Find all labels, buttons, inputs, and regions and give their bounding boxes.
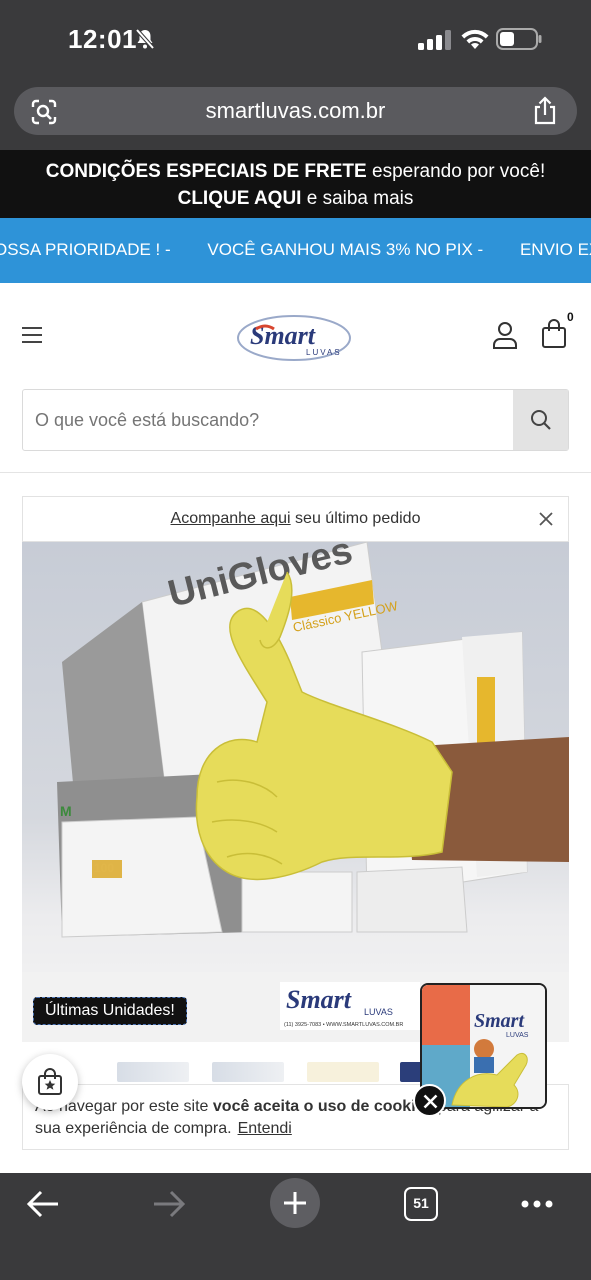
box-size-text: M: [60, 803, 72, 819]
ticker-item: OSSA PRIORIDADE ! -: [0, 240, 171, 259]
track-order-link[interactable]: Acompanhe aqui: [171, 510, 291, 527]
popup-logo-text: Smart: [474, 1010, 525, 1032]
browser-toolbar: 51: [0, 1173, 591, 1280]
tab-switcher-button[interactable]: 51: [404, 1187, 438, 1221]
smart-luvas-banner: Smart LUVAS (11) 3925-7083 • WWW.SMARTLU…: [280, 982, 420, 1030]
shopping-bag-star-icon: [38, 1068, 62, 1095]
cellular-signal-icon: [418, 30, 451, 50]
promo-title: CONDIÇÕES ESPECIAIS DE FRETE: [45, 161, 367, 182]
order-tracking-bar: Acompanhe aqui seu último pedido: [22, 496, 569, 542]
banner-contact: (11) 3925-7083 • WWW.SMARTLUVAS.COM.BR: [284, 1022, 403, 1028]
plus-icon: [284, 1192, 306, 1214]
cookie-accept-link[interactable]: Entendi: [238, 1120, 292, 1137]
url-text[interactable]: smartluvas.com.br: [14, 98, 577, 124]
shopping-bag-icon[interactable]: [541, 319, 567, 349]
cart-count-badge: 0: [567, 310, 574, 324]
forward-arrow-icon[interactable]: [152, 1189, 186, 1219]
status-time: 12:01: [68, 24, 137, 54]
thumbnail[interactable]: [307, 1062, 379, 1082]
shipping-promo-banner[interactable]: CONDIÇÕES ESPECIAIS DE FRETE esperando p…: [0, 150, 591, 218]
logo-text: Smart: [250, 321, 316, 350]
thumbnail[interactable]: [212, 1062, 284, 1082]
ticker-item: ENVIO EXPRESS: [519, 240, 591, 259]
address-bar[interactable]: smartluvas.com.br: [14, 87, 577, 135]
search-input[interactable]: [35, 410, 495, 431]
smart-luvas-logo[interactable]: Smart LUVAS: [236, 313, 352, 363]
search-button[interactable]: [513, 390, 568, 450]
promo-cta-rest: e saiba mais: [301, 188, 414, 209]
track-order-text: seu último pedido: [290, 510, 421, 527]
video-close-button[interactable]: [413, 1084, 446, 1117]
browser-chrome: 12:01 smartluvas.com.br: [0, 0, 591, 150]
bell-off-icon: [135, 28, 155, 50]
ticker-item: VOCÊ GANHOU MAIS 3% NO PIX -: [207, 240, 484, 259]
search-icon: [531, 410, 551, 430]
banner-logo-sub: LUVAS: [364, 1007, 393, 1017]
thumbnail[interactable]: [117, 1062, 189, 1082]
promo-subtitle: esperando por você!: [366, 161, 546, 182]
popup-logo-sub: LUVAS: [506, 1032, 529, 1039]
last-units-badge: Últimas Unidades!: [33, 997, 187, 1025]
search-box: [22, 389, 569, 451]
product-photo: UniGloves Clássico YELLOW M 100: [22, 542, 569, 1042]
share-icon[interactable]: [531, 96, 559, 126]
floating-shop-button[interactable]: [22, 1054, 78, 1110]
new-tab-button[interactable]: [270, 1178, 320, 1228]
battery-icon: [496, 28, 542, 50]
back-arrow-icon[interactable]: [26, 1189, 60, 1219]
promo-cta[interactable]: CLIQUE AQUI: [178, 188, 302, 209]
logo-subtext: LUVAS: [306, 348, 342, 357]
product-image[interactable]: UniGloves Clássico YELLOW M 100 Smart LU…: [22, 542, 569, 1042]
cookie-text-bold: você aceita o uso de cookies: [212, 1098, 434, 1115]
site-header: Smart LUVAS 0: [0, 283, 591, 473]
close-icon: [423, 1094, 438, 1109]
account-icon[interactable]: [492, 321, 518, 349]
announcement-ticker: OSSA PRIORIDADE ! - VOCÊ GANHOU MAIS 3% …: [0, 218, 591, 283]
banner-logo-text: Smart: [286, 985, 352, 1014]
more-options-icon[interactable]: [520, 1199, 554, 1209]
wifi-icon: [461, 29, 489, 49]
menu-icon[interactable]: [22, 327, 42, 343]
close-icon[interactable]: [538, 511, 554, 527]
